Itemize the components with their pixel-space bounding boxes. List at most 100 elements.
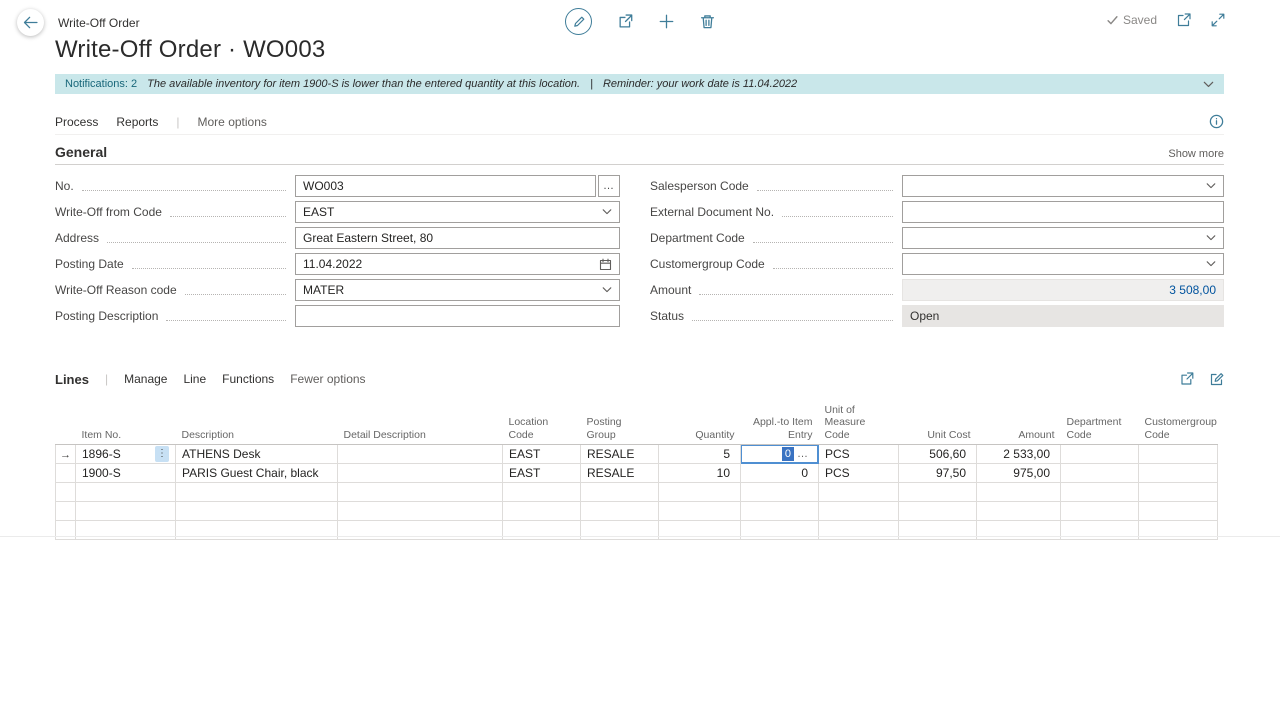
empty-cell[interactable] [1139,502,1218,521]
col-unit-of-measure-code[interactable]: Unit of Measure Code [819,404,899,445]
cell-unit-of-measure[interactable]: PCS [819,445,899,464]
address-input[interactable]: Great Eastern Street, 80 [295,227,620,249]
lines-menu-fewer-options[interactable]: Fewer options [290,372,365,386]
page-inspector-button[interactable] [1209,114,1224,129]
cell-customergroup-code[interactable] [1139,445,1218,464]
empty-cell[interactable] [899,502,977,521]
general-section-title[interactable]: General [55,144,107,160]
posting-date-input[interactable]: 11.04.2022 [295,253,620,275]
cell-posting-group[interactable]: RESALE [581,445,659,464]
empty-cell[interactable] [977,483,1061,502]
menu-reports[interactable]: Reports [116,115,158,129]
empty-cell[interactable] [659,502,741,521]
cell-item-no[interactable]: 1900-S [76,464,176,483]
col-description[interactable]: Description [176,404,338,445]
row-selector-cell[interactable] [56,483,76,502]
row-selector-cell[interactable]: → [56,445,76,464]
row-selector-cell[interactable] [56,502,76,521]
department-code-combobox[interactable] [902,227,1224,249]
customergroup-code-combobox[interactable] [902,253,1224,275]
row-selector-cell[interactable] [56,464,76,483]
breadcrumb[interactable]: Write-Off Order [58,16,140,30]
empty-cell[interactable] [819,502,899,521]
empty-cell[interactable] [1061,483,1139,502]
col-location-code[interactable]: Location Code [503,404,581,445]
cell-item-no[interactable]: 1896-S ⋮ [76,445,176,464]
cell-unit-cost[interactable]: 506,60 [899,445,977,464]
col-department-code[interactable]: Department Code [1061,404,1139,445]
empty-cell[interactable] [977,502,1061,521]
col-unit-cost[interactable]: Unit Cost [899,404,977,445]
empty-cell[interactable] [76,483,176,502]
empty-cell[interactable] [741,502,819,521]
empty-cell[interactable] [503,502,581,521]
new-button[interactable] [659,14,674,29]
cell-unit-of-measure[interactable]: PCS [819,464,899,483]
cell-description[interactable]: ATHENS Desk [176,445,338,464]
empty-cell[interactable] [659,483,741,502]
edit-button[interactable] [565,8,592,35]
cell-department-code[interactable] [1061,464,1139,483]
cell-posting-group[interactable]: RESALE [581,464,659,483]
empty-cell[interactable] [176,502,338,521]
writeoff-from-code-combobox[interactable]: EAST [295,201,620,223]
lines-menu-manage[interactable]: Manage [124,372,167,386]
table-row[interactable]: 1900-S PARIS Guest Chair, black EAST RES… [56,464,1218,483]
cell-description[interactable]: PARIS Guest Chair, black [176,464,338,483]
empty-table-row[interactable] [56,502,1218,521]
no-input[interactable]: WO003 [295,175,596,197]
notification-collapse-button[interactable] [1203,80,1214,89]
writeoff-reason-code-combobox[interactable]: MATER [295,279,620,301]
col-item-no[interactable]: Item No. [76,404,176,445]
col-amount[interactable]: Amount [977,404,1061,445]
empty-cell[interactable] [1139,483,1218,502]
cell-appl-to-item-entry-selected[interactable]: 0 … [741,445,819,464]
cell-quantity[interactable]: 5 [659,445,741,464]
lines-menu-functions[interactable]: Functions [222,372,274,386]
lines-menu-line[interactable]: Line [183,372,206,386]
menu-more-options[interactable]: More options [198,115,267,129]
cell-location-code[interactable]: EAST [503,464,581,483]
empty-table-row[interactable] [56,483,1218,502]
empty-cell[interactable] [581,483,659,502]
cell-detail-description[interactable] [338,464,503,483]
col-appl-to-item-entry[interactable]: Appl.-to Item Entry [741,404,819,445]
col-detail-description[interactable]: Detail Description [338,404,503,445]
back-button[interactable] [17,9,44,36]
cell-location-code[interactable]: EAST [503,445,581,464]
row-more-button[interactable]: ⋮ [155,446,169,462]
empty-cell[interactable] [338,502,503,521]
focus-mode-button[interactable] [1211,13,1225,27]
open-in-window-button[interactable] [1177,13,1191,27]
external-document-no-input[interactable] [902,201,1224,223]
posting-description-input[interactable] [295,305,620,327]
col-quantity[interactable]: Quantity [659,404,741,445]
empty-cell[interactable] [741,483,819,502]
empty-cell[interactable] [899,483,977,502]
menu-process[interactable]: Process [55,115,98,129]
empty-cell[interactable] [503,483,581,502]
cell-customergroup-code[interactable] [1139,464,1218,483]
lines-share-button[interactable] [1180,372,1194,386]
cell-detail-description[interactable] [338,445,503,464]
cell-assist-button[interactable]: … [797,448,808,460]
empty-cell[interactable] [76,502,176,521]
show-more-link[interactable]: Show more [1168,148,1224,160]
notifications-link[interactable]: Notifications: 2 [65,78,137,90]
cell-appl-to-item-entry[interactable]: 0 [741,464,819,483]
delete-button[interactable] [700,14,715,29]
empty-cell[interactable] [1061,502,1139,521]
empty-cell[interactable] [338,483,503,502]
lines-section-title[interactable]: Lines [55,372,89,387]
salesperson-code-combobox[interactable] [902,175,1224,197]
empty-cell[interactable] [581,502,659,521]
lines-edit-list-button[interactable] [1210,372,1224,386]
col-customergroup-code[interactable]: Customergroup Code [1139,404,1218,445]
share-button[interactable] [618,14,633,29]
empty-cell[interactable] [819,483,899,502]
col-posting-group[interactable]: Posting Group [581,404,659,445]
cell-amount[interactable]: 2 533,00 [977,445,1061,464]
empty-cell[interactable] [176,483,338,502]
no-assist-button[interactable]: … [598,175,620,197]
cell-amount[interactable]: 975,00 [977,464,1061,483]
